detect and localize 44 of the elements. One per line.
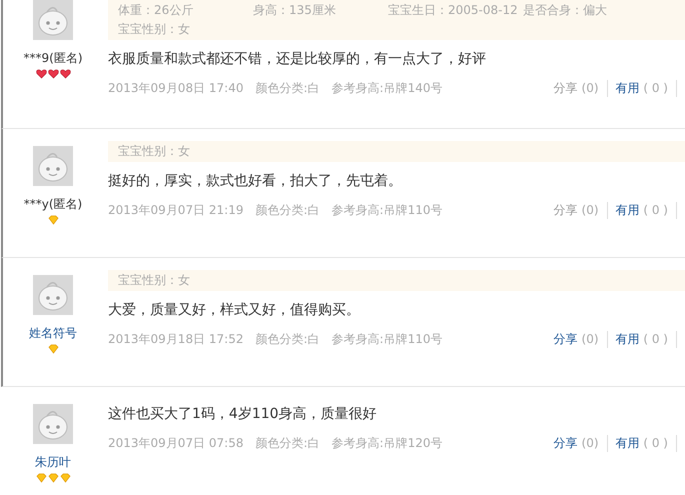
- attribute-text: 体重：26公斤: [118, 2, 194, 19]
- avatar-icon: [33, 275, 73, 315]
- attribute-text: 宝宝性别：女: [118, 21, 191, 38]
- color-option: 颜色分类:白: [255, 80, 320, 97]
- review-date: 2013年09月08日 17:40: [108, 80, 244, 97]
- diamond-icon: [48, 344, 58, 354]
- color-option: 颜色分类:白: [255, 202, 320, 219]
- avatar-icon: [33, 146, 73, 186]
- review-text: 大爱，质量又好，样式又好，值得购买。: [108, 301, 361, 319]
- user-name[interactable]: 姓名符号: [29, 325, 77, 342]
- share-link[interactable]: 分享 (0): [554, 435, 608, 452]
- heart-icon: [60, 69, 70, 79]
- color-option: 颜色分类:白: [255, 331, 320, 348]
- useful-link[interactable]: 有用 ( 0 ): [608, 80, 677, 97]
- review-text: 挺好的，厚实，款式也好看，拍大了，先屯着。: [108, 172, 403, 190]
- diamond-icon: [36, 473, 46, 483]
- review-text: 衣服质量和款式都还不错，还是比较厚的，有一点大了，好评: [108, 50, 487, 68]
- diamond-icon: [60, 473, 70, 483]
- useful-link[interactable]: 有用 ( 0 ): [608, 202, 677, 219]
- attribute-text: 宝宝性别：女: [118, 272, 191, 289]
- user-name[interactable]: 朱历叶: [35, 454, 71, 471]
- heart-icon: [36, 69, 46, 79]
- color-option: 颜色分类:白: [255, 435, 320, 452]
- useful-link[interactable]: 有用 ( 0 ): [608, 435, 677, 452]
- useful-link[interactable]: 有用 ( 0 ): [608, 331, 677, 348]
- diamond-icon: [48, 473, 58, 483]
- review-date: 2013年09月18日 17:52: [108, 331, 244, 348]
- share-link[interactable]: 分享 (0): [554, 331, 608, 348]
- size-option: 参考身高:吊牌140号: [332, 80, 442, 97]
- size-option: 参考身高:吊牌110号: [332, 202, 442, 219]
- attribute-text: 身高：135厘米: [253, 2, 337, 19]
- attribute-text: 宝宝性别：女: [118, 143, 191, 160]
- review-text: 这件也买大了1码，4岁110身高，质量很好: [108, 405, 378, 423]
- attribute-text: 是否合身：偏大: [523, 2, 608, 19]
- diamond-icon: [48, 215, 58, 225]
- avatar-icon: [33, 404, 73, 444]
- size-option: 参考身高:吊牌110号: [332, 331, 442, 348]
- size-option: 参考身高:吊牌120号: [332, 435, 442, 452]
- review-date: 2013年09月07日 21:19: [108, 202, 244, 219]
- review-date: 2013年09月07日 07:58: [108, 435, 244, 452]
- user-name[interactable]: ***y(匿名): [24, 196, 82, 213]
- user-name[interactable]: ***9(匿名): [24, 50, 82, 67]
- heart-icon: [48, 69, 58, 79]
- attribute-text: 宝宝生日：2005-08-12: [388, 2, 519, 19]
